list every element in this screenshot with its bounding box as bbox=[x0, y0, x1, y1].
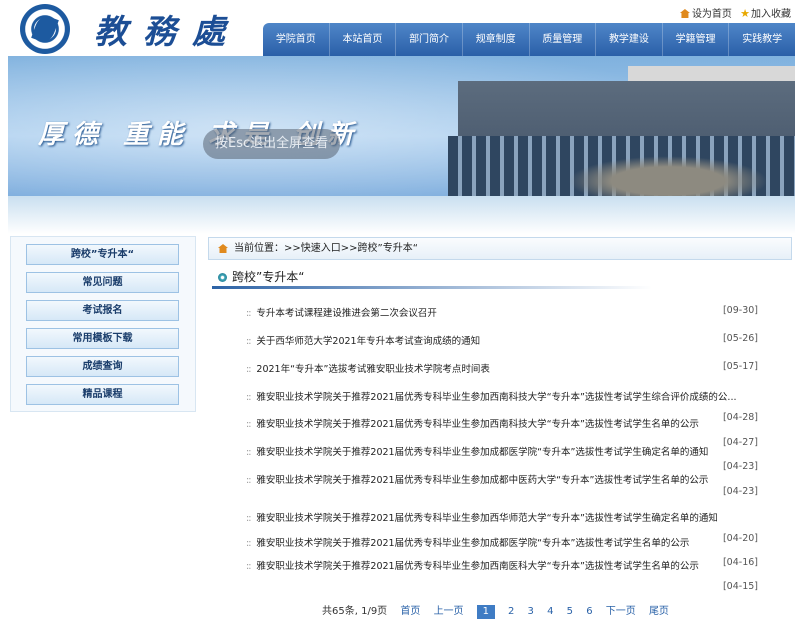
bullet-icon: :: bbox=[246, 336, 252, 347]
pager-page-5[interactable]: 5 bbox=[567, 606, 573, 617]
pager-page-4[interactable]: 4 bbox=[547, 606, 553, 617]
pager-first[interactable]: 首页 bbox=[400, 602, 420, 617]
news-item-date: [04-23] bbox=[722, 461, 758, 472]
bullet-icon: :: bbox=[246, 308, 252, 319]
nav-site-home[interactable]: 本站首页 bbox=[330, 23, 397, 56]
add-favorite-link[interactable]: ★加入收藏 bbox=[740, 7, 791, 20]
news-item-date: [05-26] bbox=[722, 333, 758, 344]
news-item-title[interactable]: :: 雅安职业技术学院关于推荐2021届优秀专科毕业生参加成都医学院“专升本”选拔… bbox=[246, 444, 708, 458]
pager-page-6[interactable]: 6 bbox=[586, 606, 592, 617]
news-item-title[interactable]: :: 雅安职业技术学院关于推荐2021届优秀专科毕业生参加西华师范大学“专升本”选… bbox=[246, 510, 718, 524]
news-item-date: [09-30] bbox=[722, 305, 758, 316]
news-item-date: [05-17] bbox=[722, 361, 758, 372]
home-icon bbox=[679, 9, 690, 18]
breadcrumb-label: 当前位置： bbox=[234, 243, 284, 254]
news-item-title[interactable]: :: 雅安职业技术学院关于推荐2021届优秀专科毕业生参加西南医科大学“专升本”选… bbox=[246, 558, 699, 572]
bullet-icon: :: bbox=[246, 561, 252, 572]
breadcrumb: 当前位置：>>快速入口>>跨校”专升本“ bbox=[208, 237, 792, 260]
news-item-date: [04-27] bbox=[722, 437, 758, 448]
pager-prev[interactable]: 上一页 bbox=[434, 602, 464, 617]
news-item-date: [04-23] bbox=[722, 486, 758, 497]
nav-college-home[interactable]: 学院首页 bbox=[263, 23, 330, 56]
breadcrumb-path[interactable]: >>快速入口>>跨校”专升本“ bbox=[284, 243, 418, 254]
news-item-title[interactable]: :: 2021年“专升本”选拔考试雅安职业技术学院考点时间表 bbox=[246, 361, 490, 375]
pagination: 共65条, 1/9页 首页 上一页 1 2 3 4 5 6 下一页 尾页 bbox=[322, 602, 679, 619]
news-item-title[interactable]: :: 专升本考试课程建设推进会第二次会议召开 bbox=[246, 305, 437, 319]
sidebar-item-exam-registration[interactable]: 考试报名 bbox=[26, 300, 179, 321]
star-icon: ★ bbox=[740, 7, 750, 20]
bullet-icon: :: bbox=[246, 447, 252, 458]
news-item-title[interactable]: :: 雅安职业技术学院关于推荐2021届优秀专科毕业生参加西南科技大学“专升本”选… bbox=[246, 389, 737, 403]
sidebar-item-quality-courses[interactable]: 精品课程 bbox=[26, 384, 179, 405]
news-item-date: [04-15] bbox=[722, 581, 758, 592]
nav-practical-teaching[interactable]: 实践教学 bbox=[729, 23, 795, 56]
section-divider bbox=[212, 286, 652, 289]
bullet-icon: :: bbox=[246, 419, 252, 430]
bullet-icon: :: bbox=[246, 475, 252, 486]
bullet-icon: :: bbox=[246, 538, 252, 549]
news-item-date: [04-20] bbox=[722, 533, 758, 544]
pager-summary: 共65条, 1/9页 bbox=[322, 606, 388, 617]
news-item-title[interactable]: :: 雅安职业技术学院关于推荐2021届优秀专科毕业生参加成都医学院“专升本”选拔… bbox=[246, 535, 689, 549]
main-nav: 学院首页 本站首页 部门简介 规章制度 质量管理 教学建设 学籍管理 实践教学 bbox=[263, 23, 795, 56]
sidebar: 跨校”专升本“ 常见问题 考试报名 常用模板下载 成绩查询 精品课程 bbox=[10, 236, 196, 412]
sidebar-item-cross-school-upgrade[interactable]: 跨校”专升本“ bbox=[26, 244, 179, 265]
pager-next[interactable]: 下一页 bbox=[606, 602, 636, 617]
pager-page-2[interactable]: 2 bbox=[508, 606, 514, 617]
nav-teaching-construction[interactable]: 教学建设 bbox=[596, 23, 663, 56]
header: 教務處 设为首页 ★加入收藏 学院首页 本站首页 部门简介 规章制度 质量管理 … bbox=[0, 0, 795, 56]
pager-last[interactable]: 尾页 bbox=[649, 602, 669, 617]
sidebar-item-score-query[interactable]: 成绩查询 bbox=[26, 356, 179, 377]
fullscreen-exit-hint: 按Esc退出全屏查看 bbox=[203, 129, 341, 159]
section-title: 跨校”专升本“ bbox=[218, 268, 304, 285]
pager-page-1[interactable]: 1 bbox=[476, 605, 495, 619]
nav-department-intro[interactable]: 部门简介 bbox=[396, 23, 463, 56]
news-item-title[interactable]: :: 雅安职业技术学院关于推荐2021届优秀专科毕业生参加西南科技大学“专升本”选… bbox=[246, 416, 699, 430]
news-item-date: [04-16] bbox=[722, 557, 758, 568]
top-links: 设为首页 ★加入收藏 bbox=[675, 5, 791, 20]
pager-page-3[interactable]: 3 bbox=[528, 606, 534, 617]
news-item-date: [04-28] bbox=[722, 412, 758, 423]
school-logo[interactable] bbox=[20, 4, 70, 54]
banner-image: 厚德 重能 求是 创新 按Esc退出全屏查看 bbox=[8, 56, 795, 234]
nav-quality-management[interactable]: 质量管理 bbox=[530, 23, 597, 56]
site-title: 教務處 bbox=[94, 12, 241, 51]
news-item-title[interactable]: :: 关于西华师范大学2021年专升本考试查询成绩的通知 bbox=[246, 333, 480, 347]
bullet-icon: :: bbox=[246, 364, 252, 375]
sidebar-item-faq[interactable]: 常见问题 bbox=[26, 272, 179, 293]
nav-regulations[interactable]: 规章制度 bbox=[463, 23, 530, 56]
bullet-icon bbox=[218, 273, 227, 282]
set-home-link[interactable]: 设为首页 bbox=[679, 9, 732, 20]
sidebar-item-template-download[interactable]: 常用模板下载 bbox=[26, 328, 179, 349]
nav-student-records[interactable]: 学籍管理 bbox=[663, 23, 730, 56]
home-icon bbox=[218, 244, 228, 253]
bullet-icon: :: bbox=[246, 392, 252, 403]
bullet-icon: :: bbox=[246, 513, 252, 524]
news-item-title[interactable]: :: 雅安职业技术学院关于推荐2021届优秀专科毕业生参加成都中医药大学“专升本”… bbox=[246, 472, 708, 486]
